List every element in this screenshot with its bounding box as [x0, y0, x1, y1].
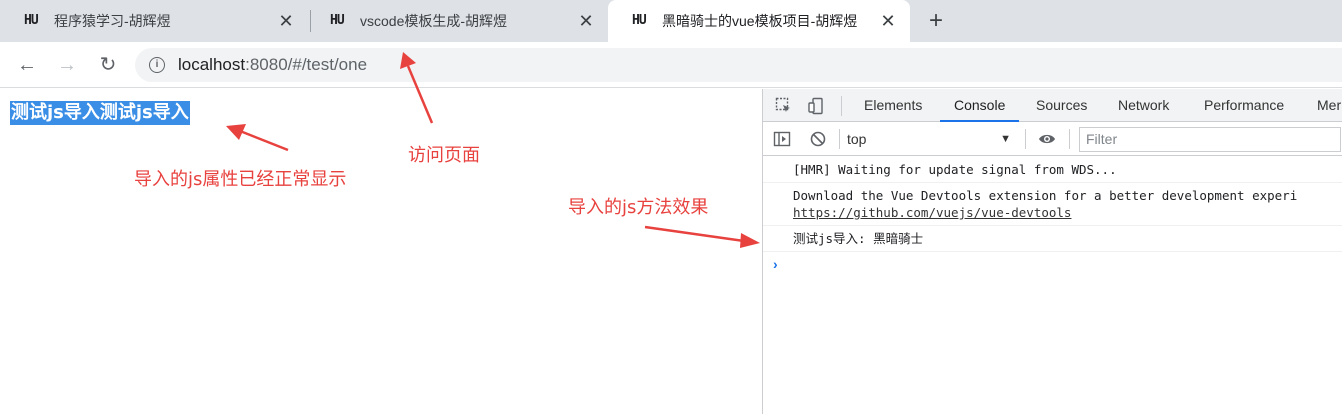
devtools-panel: Elements Console Sources Network Perform… — [762, 89, 1342, 414]
url-host: localhost — [178, 55, 246, 74]
clear-console-icon[interactable] — [809, 130, 827, 148]
tab-title: 黑暗骑士的vue模板项目-胡辉煜 — [662, 13, 858, 29]
tab-title: 程序猿学习-胡辉煜 — [54, 13, 171, 29]
site-favicon-icon: HU — [330, 13, 345, 28]
new-tab-button[interactable]: + — [923, 7, 949, 35]
info-icon[interactable]: i — [149, 57, 165, 73]
tab-vscode-template[interactable]: HU vscode模板生成-胡辉煜 ✕ — [306, 0, 608, 42]
site-favicon-icon: HU — [632, 13, 647, 28]
tab-dark-knight-vue[interactable]: HU 黑暗骑士的vue模板项目-胡辉煜 ✕ — [608, 0, 910, 42]
url-path: :8080/#/test/one — [245, 55, 368, 74]
address-bar[interactable]: i localhost:8080/#/test/one — [135, 48, 1342, 82]
toolbar-divider — [1069, 129, 1070, 149]
site-favicon-icon: HU — [24, 13, 39, 28]
devtools-tabbar: Elements Console Sources Network Perform… — [763, 89, 1342, 122]
page-viewport: 测试js导入测试js导入 — [0, 89, 762, 414]
console-output: [HMR] Waiting for update signal from WDS… — [763, 157, 1342, 277]
tab-programmer-learning[interactable]: HU 程序猿学习-胡辉煜 ✕ — [0, 0, 308, 42]
tab-elements[interactable]: Elements — [850, 89, 936, 122]
console-message: [HMR] Waiting for update signal from WDS… — [763, 157, 1342, 183]
annotation-page-note: 导入的js属性已经正常显示 — [134, 169, 347, 190]
toolbar-divider — [1025, 129, 1026, 149]
console-prompt[interactable]: › — [763, 252, 1342, 277]
tab-network[interactable]: Network — [1104, 89, 1183, 122]
selected-page-text: 测试js导入测试js导入 — [10, 101, 190, 125]
tab-performance[interactable]: Performance — [1190, 89, 1298, 122]
tab-memory[interactable]: Mer — [1303, 89, 1342, 122]
console-message: 测试js导入: 黑暗骑士 — [763, 226, 1342, 252]
show-sidebar-icon[interactable] — [773, 130, 791, 148]
toolbar-divider — [839, 129, 840, 149]
console-message-text: Download the Vue Devtools extension for … — [793, 188, 1298, 203]
inspect-element-icon[interactable] — [775, 97, 793, 115]
console-toolbar: top ▼ Filter — [763, 123, 1342, 156]
eye-icon[interactable] — [1038, 130, 1056, 148]
tab-sources[interactable]: Sources — [1022, 89, 1101, 122]
close-icon[interactable]: ✕ — [578, 12, 594, 30]
console-message: Download the Vue Devtools extension for … — [763, 183, 1342, 226]
close-icon[interactable]: ✕ — [880, 12, 896, 30]
annotation-method-note: 导入的js方法效果 — [568, 197, 709, 218]
tab-title: vscode模板生成-胡辉煜 — [360, 13, 508, 29]
context-select-value: top — [847, 131, 867, 147]
url-text[interactable]: localhost:8080/#/test/one — [178, 55, 367, 75]
browser-toolbar: ← → ↻ i localhost:8080/#/test/one — [0, 42, 1342, 88]
filter-input[interactable]: Filter — [1079, 127, 1341, 152]
vue-devtools-link[interactable]: https://github.com/vuejs/vue-devtools — [793, 205, 1071, 220]
back-button[interactable]: ← — [13, 51, 41, 79]
annotation-visit-note: 访问页面 — [408, 145, 480, 166]
toolbar-divider — [841, 96, 842, 116]
chevron-down-icon: ▼ — [1000, 133, 1011, 145]
device-toolbar-icon[interactable] — [807, 97, 825, 115]
tab-console[interactable]: Console — [940, 89, 1020, 122]
close-icon[interactable]: ✕ — [278, 12, 294, 30]
context-select[interactable]: top ▼ — [847, 128, 1017, 150]
tab-strip: HU 程序猿学习-胡辉煜 ✕ HU vscode模板生成-胡辉煜 ✕ HU 黑暗… — [0, 0, 1342, 42]
forward-button[interactable]: → — [53, 51, 81, 79]
reload-button[interactable]: ↻ — [94, 51, 122, 79]
